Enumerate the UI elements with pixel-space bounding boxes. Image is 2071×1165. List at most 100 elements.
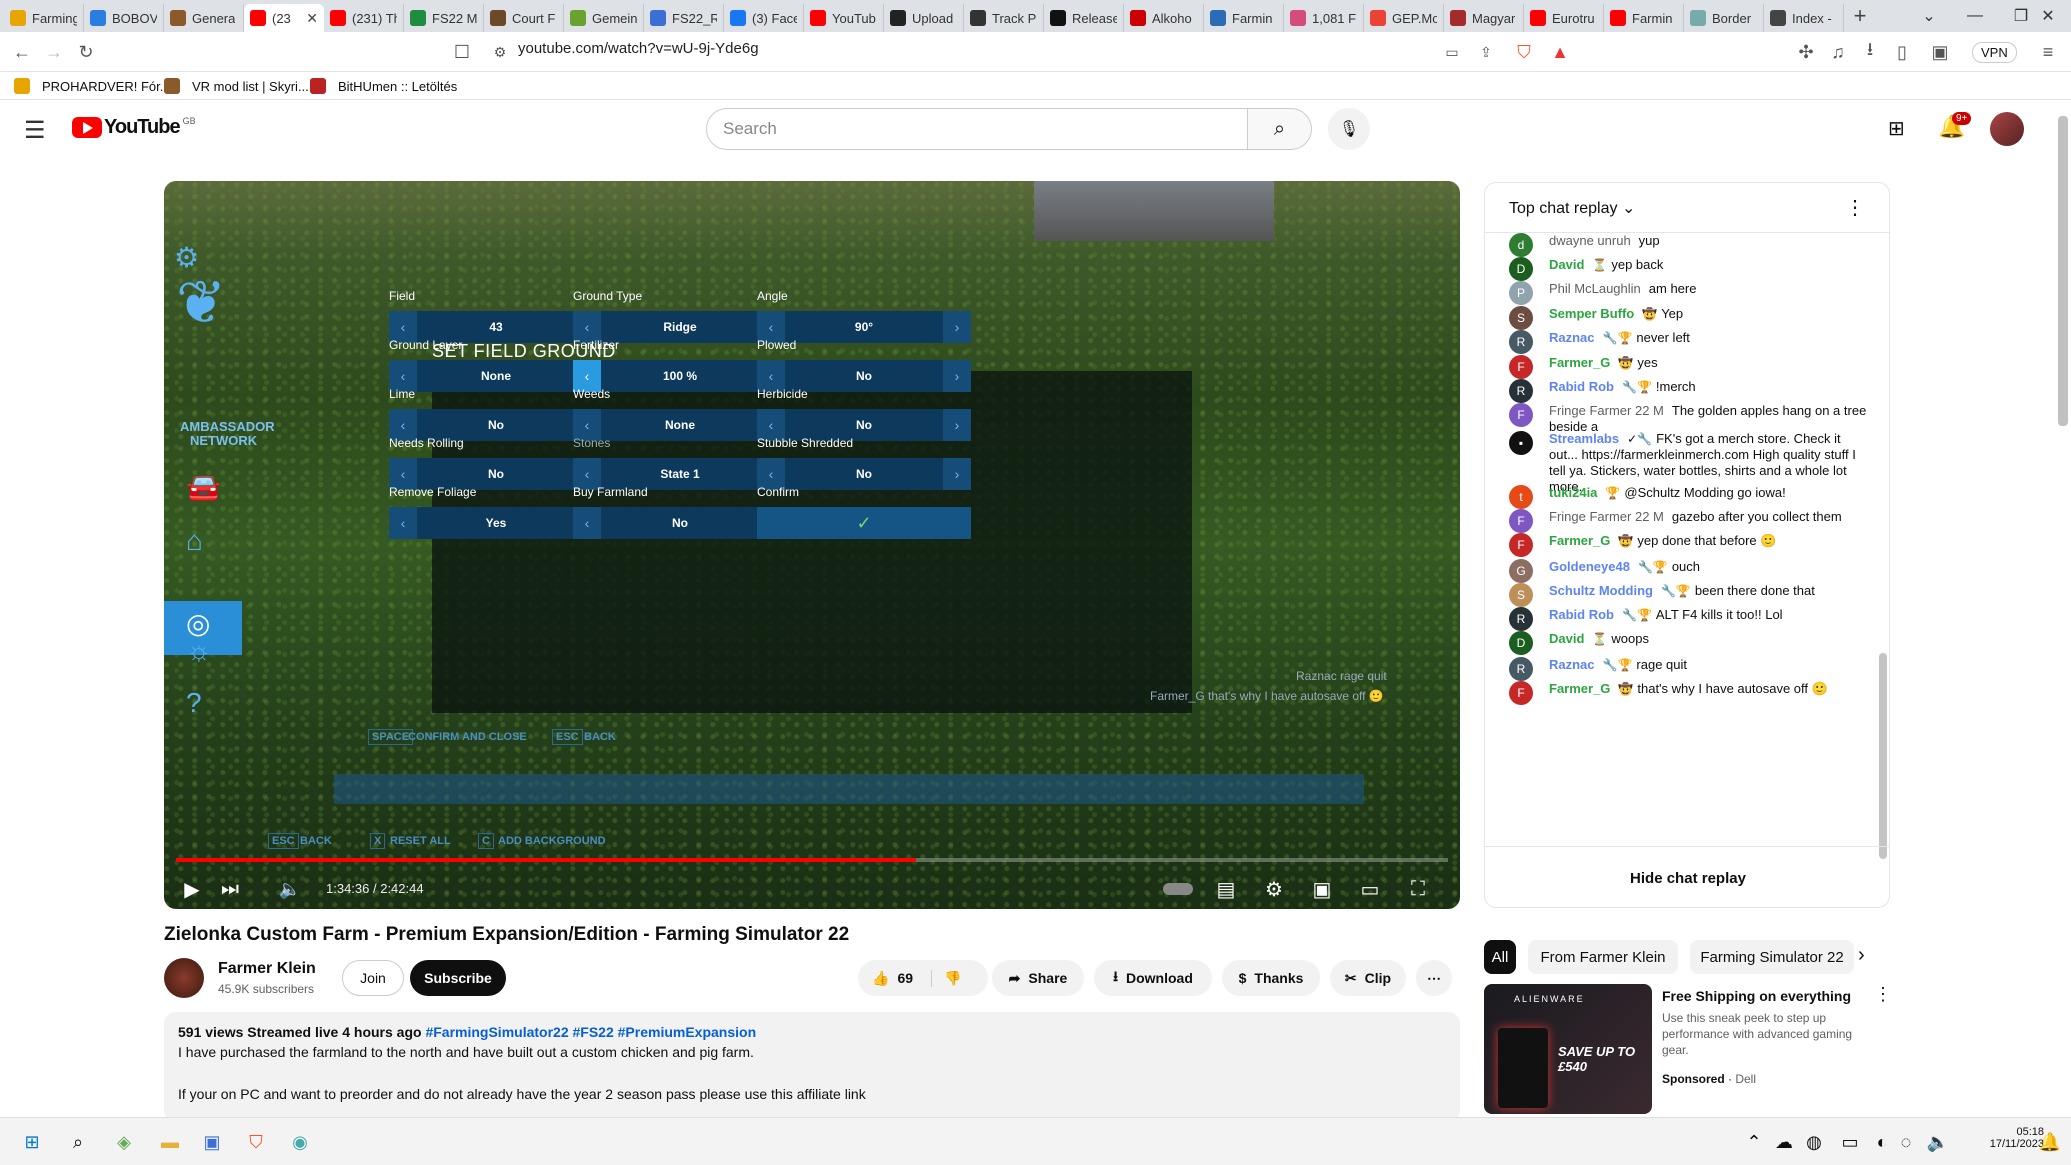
speaker-icon[interactable]: 🔈	[1924, 1128, 1952, 1156]
subscribe-button[interactable]: Subscribe	[410, 960, 506, 996]
join-button[interactable]: Join	[342, 960, 404, 996]
new-tab-button[interactable]: +	[1844, 2, 1876, 30]
chat-avatar[interactable]: D	[1509, 257, 1533, 281]
chat-author[interactable]: Raznac	[1549, 330, 1595, 345]
chevron-left-icon[interactable]: ‹	[573, 507, 601, 539]
forward-icon[interactable]: →	[42, 40, 66, 64]
chat-avatar[interactable]: t	[1509, 485, 1533, 509]
chat-author[interactable]: tuki24ia	[1549, 485, 1597, 500]
chat-author[interactable]: dwayne unruh	[1549, 233, 1631, 248]
chat-avatar[interactable]: R	[1509, 607, 1533, 631]
chat-mode-dropdown[interactable]: Top chat replay ⌄	[1509, 198, 1635, 218]
chat-author[interactable]: David	[1549, 257, 1584, 272]
reload-icon[interactable]: ↻	[74, 40, 98, 64]
back-icon[interactable]: ←	[10, 40, 34, 64]
channel-name[interactable]: Farmer Klein	[218, 960, 316, 978]
chat-author[interactable]: Phil McLaughlin	[1549, 281, 1641, 296]
chat-author[interactable]: Fringe Farmer 22 M	[1549, 509, 1664, 524]
copilot-icon[interactable]: ◈	[110, 1128, 138, 1156]
game-setting[interactable]: Buy Farmland‹No›	[573, 485, 787, 539]
chat-scrollbar[interactable]	[1879, 653, 1887, 859]
chat-message[interactable]: F Farmer_G 🤠 yes	[1509, 355, 1869, 379]
chat-avatar[interactable]: S	[1509, 306, 1533, 330]
chat-message[interactable]: R Raznac 🔧🏆 rage quit	[1509, 657, 1869, 681]
chat-author[interactable]: Farmer_G	[1549, 533, 1610, 548]
vpn-button[interactable]: VPN	[1972, 42, 2017, 63]
steam-icon[interactable]: ◍	[1800, 1128, 1828, 1156]
browser-tab[interactable]: GEP.Mo	[1364, 4, 1444, 32]
chat-message[interactable]: F Farmer_G 🤠 that's why I have autosave off…	[1509, 681, 1869, 705]
browser-tab[interactable]: Farming	[4, 4, 84, 32]
music-icon[interactable]: ♫	[1826, 40, 1850, 64]
bookmark-item[interactable]: PROHARDVER! Fór...	[14, 78, 171, 94]
chat-avatar[interactable]: F	[1509, 681, 1533, 705]
fullscreen-icon[interactable]: ⛶	[1404, 875, 1432, 903]
chat-message[interactable]: F Fringe Farmer 22 M gazebo after you coll…	[1509, 509, 1869, 533]
subtitles-icon[interactable]: ▤	[1212, 875, 1240, 903]
chip-all[interactable]: All	[1484, 940, 1516, 974]
chevron-right-icon[interactable]: ›	[1858, 944, 1865, 967]
browser-tab[interactable]: BOBOV	[84, 4, 164, 32]
chat-avatar[interactable]: R	[1509, 379, 1533, 403]
game-setting[interactable]: Plowed ‹ No ›	[757, 338, 971, 392]
chat-author[interactable]: Schultz Modding	[1549, 583, 1653, 598]
thanks-button[interactable]: $ Thanks	[1222, 960, 1320, 996]
ad-menu-icon[interactable]: ⋮	[1874, 984, 1892, 1005]
game-setting[interactable]: Ground Type‹Ridge›	[573, 289, 787, 343]
chat-author[interactable]: Streamlabs	[1549, 431, 1619, 446]
onedrive-icon[interactable]: ☁	[1770, 1128, 1798, 1156]
game-setting[interactable]: Needs Rolling‹No›	[389, 436, 603, 490]
wallet-icon[interactable]: ▣	[1928, 40, 1952, 64]
chevron-down-icon[interactable]: ⌄	[1906, 0, 1952, 32]
brave-shield-icon[interactable]: ⛉	[1512, 40, 1536, 64]
video-progress-bar[interactable]	[176, 858, 1448, 862]
chat-message[interactable]: t tuki24ia 🏆 @Schultz Modding go iowa!	[1509, 485, 1869, 509]
hamburger-menu-icon[interactable]: ☰	[24, 116, 46, 145]
bookmark-item[interactable]: VR mod list | Skyri...	[164, 78, 309, 94]
chip-from-channel[interactable]: From Farmer Klein	[1528, 940, 1678, 974]
site-info-icon[interactable]: ⚙	[488, 40, 512, 64]
browser-tab[interactable]: (23 ✕	[244, 4, 324, 32]
chat-avatar[interactable]: S	[1509, 583, 1533, 607]
browser-tab[interactable]: Index -	[1764, 4, 1844, 32]
install-icon[interactable]: ▭	[1440, 40, 1464, 64]
more-actions-button[interactable]: ⋯	[1416, 960, 1452, 996]
volume-icon[interactable]: 🔈	[276, 875, 304, 903]
confirm-button[interactable]: ✓	[757, 507, 971, 539]
game-setting[interactable]: Angle ‹ 90° ›	[757, 289, 971, 343]
bookmark-icon[interactable]: ☐	[450, 40, 474, 64]
create-video-icon[interactable]: ⊞	[1888, 116, 1905, 141]
notification-icon[interactable]: 🔔	[2036, 1128, 2064, 1156]
chat-avatar[interactable]: F	[1509, 509, 1533, 533]
theater-mode-icon[interactable]: ▭	[1356, 875, 1384, 903]
chat-message[interactable]: R Rabid Rob 🔧🏆 !merch	[1509, 379, 1869, 403]
browser-tab[interactable]: Release	[1044, 4, 1124, 32]
chat-author[interactable]: Farmer_G	[1549, 681, 1610, 696]
chat-avatar[interactable]: F	[1509, 533, 1533, 557]
download-button[interactable]: ⭳ Download	[1094, 960, 1212, 996]
game-setting[interactable]: Herbicide ‹ No ›	[757, 387, 971, 441]
wifi-icon[interactable]: ◌	[1892, 1128, 1920, 1156]
browser-tab[interactable]: FS22 M	[404, 4, 484, 32]
chat-message[interactable]: D David ⏳ yep back	[1509, 257, 1869, 281]
browser-tab[interactable]: (3) Face	[724, 4, 804, 32]
search-button[interactable]: ⌕	[1248, 108, 1312, 150]
sidebar-icon[interactable]: ▯	[1890, 40, 1914, 64]
browser-tab[interactable]: Farmin	[1204, 4, 1284, 32]
chat-message[interactable]: S Schultz Modding 🔧🏆 been there done that	[1509, 583, 1869, 607]
chat-message[interactable]: S Semper Buffo 🤠 Yep	[1509, 306, 1869, 330]
next-button[interactable]: ⏭	[216, 875, 244, 903]
chat-avatar[interactable]: R	[1509, 330, 1533, 354]
account-avatar[interactable]	[1990, 112, 2024, 146]
browser-tab[interactable]: FS22_R	[644, 4, 724, 32]
game-setting[interactable]: Weeds‹None›	[573, 387, 787, 441]
page-scrollbar[interactable]	[2058, 116, 2068, 426]
game-setting[interactable]: Lime‹No›	[389, 387, 603, 441]
browser-tab[interactable]: Genera	[164, 4, 244, 32]
chat-author[interactable]: Raznac	[1549, 657, 1595, 672]
chat-author[interactable]: David	[1549, 631, 1584, 646]
chat-avatar[interactable]: G	[1509, 559, 1533, 583]
chat-author[interactable]: Farmer_G	[1549, 355, 1610, 370]
menu-icon[interactable]: ≡	[2036, 40, 2060, 64]
chat-author[interactable]: Rabid Rob	[1549, 607, 1614, 622]
